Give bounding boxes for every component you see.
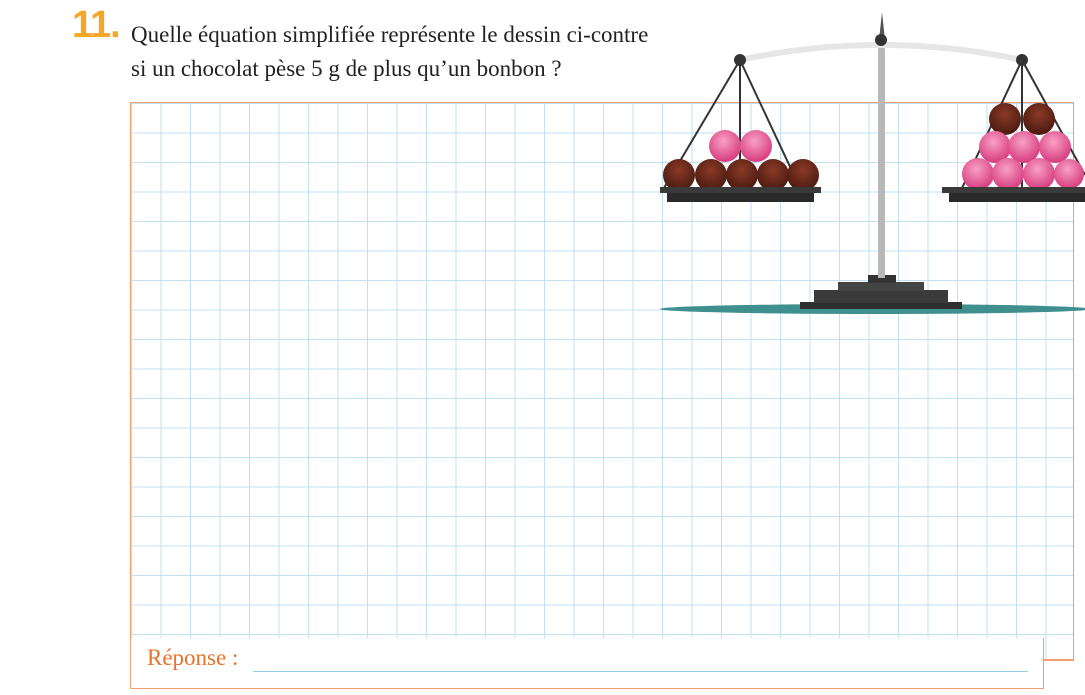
- right-pan: [942, 187, 1085, 202]
- scale-base: [800, 275, 962, 309]
- right-hook: [1016, 54, 1028, 66]
- left-hook: [734, 54, 746, 66]
- balance-scale-illustration: [660, 12, 1085, 314]
- scale-pivot: [875, 34, 887, 46]
- left-pan-chocolates: [663, 159, 819, 191]
- scale-post: [878, 40, 885, 278]
- left-pan: [660, 187, 821, 202]
